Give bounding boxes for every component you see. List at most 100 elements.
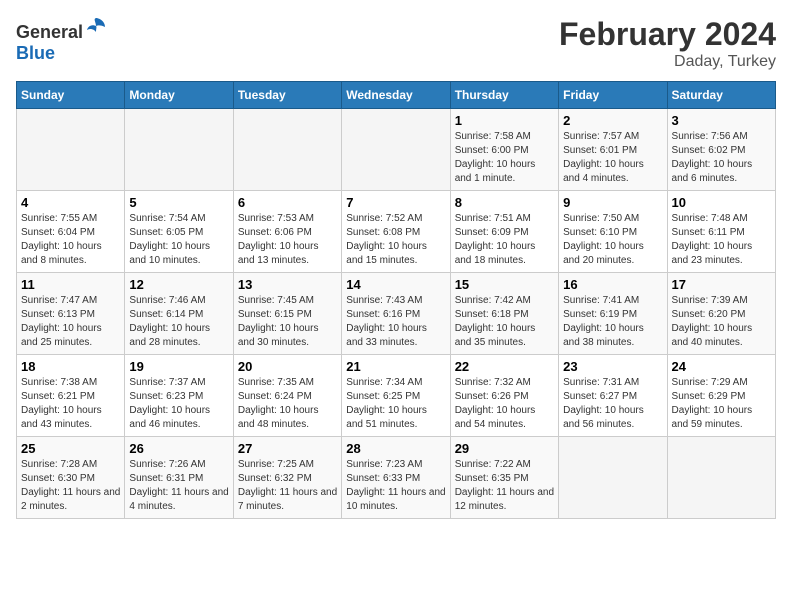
day-info: Sunrise: 7:37 AM Sunset: 6:23 PM Dayligh… — [129, 376, 228, 432]
day-info: Sunrise: 7:41 AM Sunset: 6:19 PM Dayligh… — [563, 294, 662, 350]
day-cell — [342, 109, 450, 191]
col-header-monday: Monday — [125, 82, 233, 109]
col-header-friday: Friday — [559, 82, 667, 109]
day-info: Sunrise: 7:35 AM Sunset: 6:24 PM Dayligh… — [238, 376, 337, 432]
day-info: Sunrise: 7:53 AM Sunset: 6:06 PM Dayligh… — [238, 212, 337, 268]
day-info: Sunrise: 7:57 AM Sunset: 6:01 PM Dayligh… — [563, 130, 662, 186]
day-cell: 1 Sunrise: 7:58 AM Sunset: 6:00 PM Daylig… — [450, 109, 558, 191]
day-info: Sunrise: 7:51 AM Sunset: 6:09 PM Dayligh… — [455, 212, 554, 268]
day-cell: 23Sunrise: 7:31 AM Sunset: 6:27 PM Dayli… — [559, 355, 667, 437]
day-info: Sunrise: 7:29 AM Sunset: 6:29 PM Dayligh… — [672, 376, 771, 432]
day-cell: 26 Sunrise: 7:26 AM Sunset: 6:31 PM Dayli… — [125, 437, 233, 519]
col-header-sunday: Sunday — [17, 82, 125, 109]
day-info: Sunrise: 7:56 AM Sunset: 6:02 PM Dayligh… — [672, 130, 771, 186]
day-cell: 7 Sunrise: 7:52 AM Sunset: 6:08 PM Daylig… — [342, 191, 450, 273]
day-info: Sunrise: 7:34 AM Sunset: 6:25 PM Dayligh… — [346, 376, 445, 432]
day-number: 17 — [672, 277, 771, 292]
day-info: Sunrise: 7:45 AM Sunset: 6:15 PM Dayligh… — [238, 294, 337, 350]
day-cell: 3Sunrise: 7:56 AM Sunset: 6:02 PM Daylig… — [667, 109, 775, 191]
logo-bird-icon — [85, 16, 107, 38]
week-row-3: 11 Sunrise: 7:47 AM Sunset: 6:13 PM Dayli… — [17, 273, 776, 355]
subtitle: Daday, Turkey — [559, 53, 776, 71]
day-cell — [125, 109, 233, 191]
day-info: Sunrise: 7:48 AM Sunset: 6:11 PM Dayligh… — [672, 212, 771, 268]
day-number: 21 — [346, 359, 445, 374]
day-number: 2 — [563, 113, 662, 128]
day-number: 11 — [21, 277, 120, 292]
calendar-table: SundayMondayTuesdayWednesdayThursdayFrid… — [16, 81, 776, 519]
day-info: Sunrise: 7:22 AM Sunset: 6:35 PM Dayligh… — [455, 458, 554, 514]
day-cell: 12 Sunrise: 7:46 AM Sunset: 6:14 PM Dayli… — [125, 273, 233, 355]
day-number: 25 — [21, 441, 120, 456]
day-info: Sunrise: 7:47 AM Sunset: 6:13 PM Dayligh… — [21, 294, 120, 350]
logo-text: General Blue — [16, 16, 107, 64]
header-row: SundayMondayTuesdayWednesdayThursdayFrid… — [17, 82, 776, 109]
title-block: February 2024 Daday, Turkey — [559, 16, 776, 71]
day-cell: 27Sunrise: 7:25 AM Sunset: 6:32 PM Dayli… — [233, 437, 341, 519]
day-info: Sunrise: 7:55 AM Sunset: 6:04 PM Dayligh… — [21, 212, 120, 268]
day-number: 12 — [129, 277, 228, 292]
col-header-thursday: Thursday — [450, 82, 558, 109]
day-cell: 16 Sunrise: 7:41 AM Sunset: 6:19 PM Dayli… — [559, 273, 667, 355]
day-number: 27 — [238, 441, 337, 456]
day-cell: 25 Sunrise: 7:28 AM Sunset: 6:30 PM Dayli… — [17, 437, 125, 519]
logo-general: General — [16, 22, 83, 42]
day-number: 16 — [563, 277, 662, 292]
day-cell: 20 Sunrise: 7:35 AM Sunset: 6:24 PM Dayli… — [233, 355, 341, 437]
day-cell — [559, 437, 667, 519]
day-info: Sunrise: 7:23 AM Sunset: 6:33 PM Dayligh… — [346, 458, 445, 514]
week-row-2: 4 Sunrise: 7:55 AM Sunset: 6:04 PM Daylig… — [17, 191, 776, 273]
day-cell — [17, 109, 125, 191]
day-cell: 2 Sunrise: 7:57 AM Sunset: 6:01 PM Daylig… — [559, 109, 667, 191]
day-info: Sunrise: 7:38 AM Sunset: 6:21 PM Dayligh… — [21, 376, 120, 432]
day-info: Sunrise: 7:26 AM Sunset: 6:31 PM Dayligh… — [129, 458, 228, 514]
day-number: 20 — [238, 359, 337, 374]
day-cell — [667, 437, 775, 519]
day-cell: 6Sunrise: 7:53 AM Sunset: 6:06 PM Daylig… — [233, 191, 341, 273]
day-cell: 15Sunrise: 7:42 AM Sunset: 6:18 PM Dayli… — [450, 273, 558, 355]
day-info: Sunrise: 7:28 AM Sunset: 6:30 PM Dayligh… — [21, 458, 120, 514]
day-cell: 28Sunrise: 7:23 AM Sunset: 6:33 PM Dayli… — [342, 437, 450, 519]
day-number: 26 — [129, 441, 228, 456]
logo-blue: Blue — [16, 43, 55, 63]
day-number: 1 — [455, 113, 554, 128]
day-number: 8 — [455, 195, 554, 210]
day-cell: 10 Sunrise: 7:48 AM Sunset: 6:11 PM Dayli… — [667, 191, 775, 273]
day-cell — [233, 109, 341, 191]
day-number: 9 — [563, 195, 662, 210]
day-info: Sunrise: 7:42 AM Sunset: 6:18 PM Dayligh… — [455, 294, 554, 350]
day-info: Sunrise: 7:39 AM Sunset: 6:20 PM Dayligh… — [672, 294, 771, 350]
day-number: 13 — [238, 277, 337, 292]
day-cell: 22 Sunrise: 7:32 AM Sunset: 6:26 PM Dayli… — [450, 355, 558, 437]
day-info: Sunrise: 7:54 AM Sunset: 6:05 PM Dayligh… — [129, 212, 228, 268]
day-info: Sunrise: 7:58 AM Sunset: 6:00 PM Dayligh… — [455, 130, 554, 186]
day-number: 5 — [129, 195, 228, 210]
day-cell: 21 Sunrise: 7:34 AM Sunset: 6:25 PM Dayli… — [342, 355, 450, 437]
day-number: 10 — [672, 195, 771, 210]
day-cell: 19Sunrise: 7:37 AM Sunset: 6:23 PM Dayli… — [125, 355, 233, 437]
week-row-4: 18 Sunrise: 7:38 AM Sunset: 6:21 PM Dayli… — [17, 355, 776, 437]
day-cell: 8 Sunrise: 7:51 AM Sunset: 6:09 PM Daylig… — [450, 191, 558, 273]
day-number: 7 — [346, 195, 445, 210]
col-header-tuesday: Tuesday — [233, 82, 341, 109]
main-title: February 2024 — [559, 16, 776, 53]
day-info: Sunrise: 7:52 AM Sunset: 6:08 PM Dayligh… — [346, 212, 445, 268]
logo: General Blue — [16, 16, 107, 64]
day-number: 4 — [21, 195, 120, 210]
day-cell: 13 Sunrise: 7:45 AM Sunset: 6:15 PM Dayli… — [233, 273, 341, 355]
day-cell: 29Sunrise: 7:22 AM Sunset: 6:35 PM Dayli… — [450, 437, 558, 519]
day-cell: 4 Sunrise: 7:55 AM Sunset: 6:04 PM Daylig… — [17, 191, 125, 273]
day-info: Sunrise: 7:50 AM Sunset: 6:10 PM Dayligh… — [563, 212, 662, 268]
day-number: 22 — [455, 359, 554, 374]
day-number: 24 — [672, 359, 771, 374]
day-number: 14 — [346, 277, 445, 292]
day-number: 18 — [21, 359, 120, 374]
day-cell: 24 Sunrise: 7:29 AM Sunset: 6:29 PM Dayli… — [667, 355, 775, 437]
page-header: General Blue February 2024 Daday, Turkey — [16, 16, 776, 71]
day-info: Sunrise: 7:46 AM Sunset: 6:14 PM Dayligh… — [129, 294, 228, 350]
day-info: Sunrise: 7:32 AM Sunset: 6:26 PM Dayligh… — [455, 376, 554, 432]
day-cell: 14Sunrise: 7:43 AM Sunset: 6:16 PM Dayli… — [342, 273, 450, 355]
day-cell: 5 Sunrise: 7:54 AM Sunset: 6:05 PM Daylig… — [125, 191, 233, 273]
day-cell: 11 Sunrise: 7:47 AM Sunset: 6:13 PM Dayli… — [17, 273, 125, 355]
week-row-1: 1 Sunrise: 7:58 AM Sunset: 6:00 PM Daylig… — [17, 109, 776, 191]
